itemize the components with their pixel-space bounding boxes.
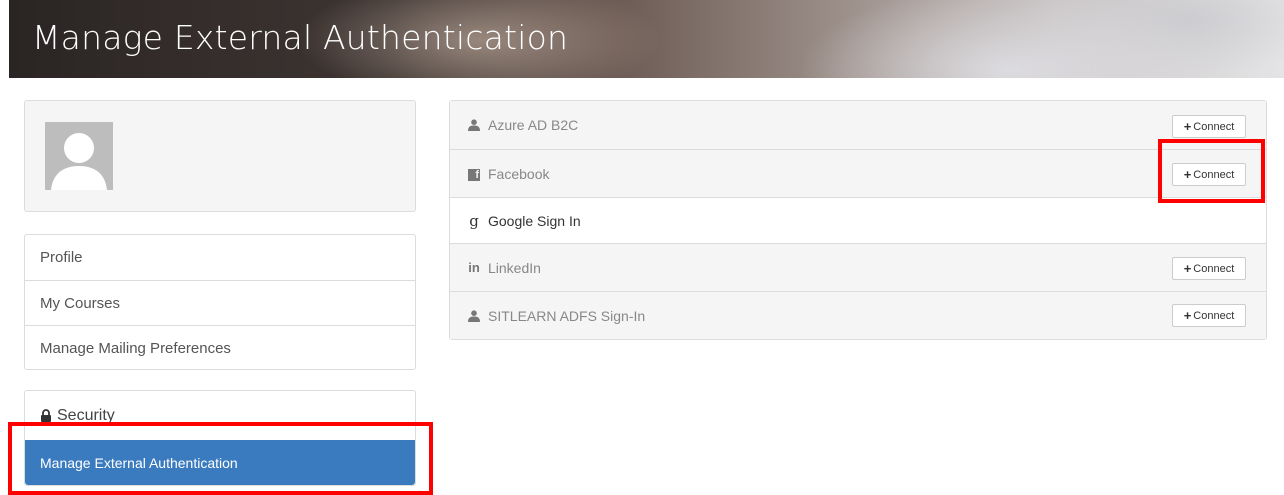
avatar: [45, 122, 113, 190]
lock-icon: [41, 409, 51, 422]
nav-item-label: Profile: [40, 249, 83, 266]
nav-item-label: My Courses: [40, 294, 121, 312]
connect-button-linkedin[interactable]: + Connect: [1172, 257, 1246, 280]
provider-label: f Facebook: [467, 150, 549, 197]
provider-row-sitlearn: SITLEARN ADFS Sign-In + Connect: [450, 292, 1266, 339]
provider-row-facebook: f Facebook + Connect: [450, 150, 1266, 198]
user-icon: [468, 119, 480, 131]
plus-icon: +: [1183, 308, 1192, 323]
default-user-icon: [45, 122, 113, 190]
nav-item-my-courses[interactable]: My Courses: [25, 280, 415, 325]
security-header: Security: [25, 391, 415, 440]
provider-row-azure: Azure AD B2C + Connect: [450, 101, 1266, 150]
nav-item-label: Manage External Authentication: [40, 454, 238, 471]
page-title: Manage External Authentication: [32, 18, 569, 57]
provider-row-google: g Google Sign In: [450, 198, 1266, 244]
connect-label: Connect: [1193, 309, 1235, 322]
linkedin-icon: in: [468, 260, 480, 275]
connect-button-sitlearn[interactable]: + Connect: [1172, 304, 1246, 327]
provider-label: Azure AD B2C: [467, 101, 578, 149]
provider-row-linkedin: in LinkedIn + Connect: [450, 244, 1266, 292]
provider-name: LinkedIn: [488, 259, 541, 276]
provider-name: Facebook: [488, 165, 550, 182]
connect-label: Connect: [1193, 262, 1235, 275]
provider-label: SITLEARN ADFS Sign-In: [467, 292, 645, 339]
nav-item-profile[interactable]: Profile: [25, 235, 415, 280]
connect-label: Connect: [1193, 120, 1235, 133]
provider-label: g Google Sign In: [467, 198, 581, 243]
plus-icon: +: [1183, 119, 1192, 134]
nav-item-label: Manage Mailing Preferences: [40, 339, 231, 357]
plus-icon: +: [1183, 167, 1192, 182]
account-nav: Profile My Courses Manage Mailing Prefer…: [24, 234, 416, 370]
facebook-icon: f: [467, 166, 481, 181]
connect-button-azure[interactable]: + Connect: [1172, 115, 1246, 138]
connect-button-facebook[interactable]: + Connect: [1172, 163, 1246, 186]
nav-item-mailing-preferences[interactable]: Manage Mailing Preferences: [25, 325, 415, 370]
provider-name: SITLEARN ADFS Sign-In: [488, 307, 646, 324]
provider-label: in LinkedIn: [467, 244, 541, 291]
google-icon: g: [469, 211, 479, 230]
security-header-label: Security: [57, 406, 115, 424]
profile-avatar-panel: [24, 100, 416, 212]
page-banner: Manage External Authentication: [9, 0, 1284, 78]
user-icon: [468, 309, 480, 322]
plus-icon: +: [1183, 261, 1192, 276]
provider-name: Azure AD B2C: [488, 117, 579, 133]
nav-item-manage-external-authentication[interactable]: Manage External Authentication: [25, 440, 415, 485]
security-nav: Security Manage External Authentication: [24, 390, 416, 486]
connect-label: Connect: [1193, 168, 1235, 181]
provider-name: Google Sign In: [488, 212, 581, 229]
external-providers-list: Azure AD B2C + Connect f Facebook + Conn…: [449, 100, 1267, 340]
